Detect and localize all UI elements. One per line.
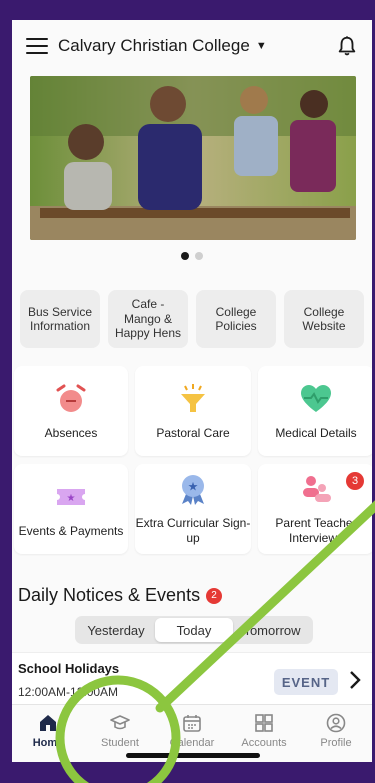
tile-absences[interactable]: Absences: [14, 366, 128, 456]
tile-label: Parent Teacher Interviews: [275, 516, 357, 545]
day-segmented-control: Yesterday Today Tomorrow: [75, 616, 313, 644]
hero-photo[interactable]: [30, 76, 356, 240]
school-name: Calvary Christian College: [58, 36, 250, 55]
carousel-dot-1[interactable]: [181, 252, 189, 260]
event-title: School Holidays: [18, 661, 120, 676]
menu-icon[interactable]: [26, 38, 48, 54]
quick-link-college-policies[interactable]: College Policies: [196, 290, 276, 348]
grid-icon: [255, 714, 273, 732]
app-header: Calvary Christian College ▼: [12, 20, 372, 72]
svg-text:★: ★: [67, 493, 76, 504]
bell-icon[interactable]: [336, 35, 358, 57]
caret-down-icon: ▼: [255, 40, 267, 52]
chevron-right-icon[interactable]: [348, 670, 362, 690]
tile-label: Absences: [44, 425, 98, 440]
medal-icon: ★: [182, 475, 204, 505]
segment-tomorrow[interactable]: Tomorrow: [233, 618, 311, 642]
quick-links: Bus Service Information Cafe - Mango & H…: [20, 290, 372, 348]
tab-label: Profile: [320, 737, 352, 749]
funnel-icon: [181, 383, 205, 412]
tile-medical-details[interactable]: Medical Details: [258, 366, 372, 456]
tab-label: Accounts: [241, 737, 287, 749]
notices-count-badge: 2: [206, 587, 223, 604]
feature-tiles: Absences Pastoral Care Medical Details ★: [14, 366, 372, 554]
profile-icon: [326, 713, 346, 733]
tab-home[interactable]: Home: [12, 705, 84, 762]
calendar-icon: [183, 715, 201, 732]
carousel-dots: [12, 252, 372, 260]
carousel-dot-2[interactable]: [195, 252, 203, 260]
tab-label: Student: [101, 737, 139, 749]
home-icon: [40, 715, 56, 731]
quick-link-cafe[interactable]: Cafe - Mango & Happy Hens: [108, 290, 188, 348]
tab-label: Home: [32, 737, 64, 749]
people-icon: [303, 476, 331, 502]
segment-today[interactable]: Today: [155, 618, 233, 642]
notices-title: Daily Notices & Events: [18, 585, 201, 605]
left-frame: [0, 0, 12, 783]
tile-label: Pastoral Care: [156, 425, 230, 440]
tile-parent-teacher-interviews[interactable]: 3 Parent Teacher Interviews: [258, 464, 372, 554]
tile-label: Extra Curricular Sign-up: [135, 516, 251, 545]
graduation-cap-icon: [110, 715, 130, 730]
tile-events-payments[interactable]: ★ Events & Payments: [14, 464, 128, 554]
event-row[interactable]: School Holidays 12:00AM-12:00AM EVENT: [12, 652, 372, 704]
notices-header: Daily Notices & Events 2: [18, 585, 223, 606]
quick-link-bus-service[interactable]: Bus Service Information: [20, 290, 100, 348]
tile-extra-curricular[interactable]: ★ Extra Curricular Sign-up: [135, 464, 251, 554]
event-time: 12:00AM-12:00AM: [18, 685, 119, 699]
tile-label: Medical Details: [275, 425, 357, 440]
app-screen: Calvary Christian College ▼ Bus Service …: [12, 20, 372, 762]
bottom-frame: [0, 762, 375, 783]
quick-link-college-website[interactable]: College Website: [284, 290, 364, 348]
svg-text:★: ★: [188, 480, 199, 494]
status-bar: [0, 0, 375, 20]
ticket-icon: ★: [57, 488, 85, 505]
event-tag: EVENT: [274, 669, 338, 695]
alarm-clock-icon: [56, 384, 86, 412]
home-indicator: [126, 753, 260, 758]
tab-label: Calendar: [169, 737, 215, 749]
tile-label: Events & Payments: [18, 523, 124, 538]
segment-yesterday[interactable]: Yesterday: [77, 618, 155, 642]
school-selector[interactable]: Calvary Christian College ▼: [58, 36, 267, 56]
tile-pastoral-care[interactable]: Pastoral Care: [135, 366, 251, 456]
notification-badge: 3: [346, 472, 364, 490]
heart-icon: [301, 384, 331, 412]
tab-profile[interactable]: Profile: [300, 705, 372, 762]
